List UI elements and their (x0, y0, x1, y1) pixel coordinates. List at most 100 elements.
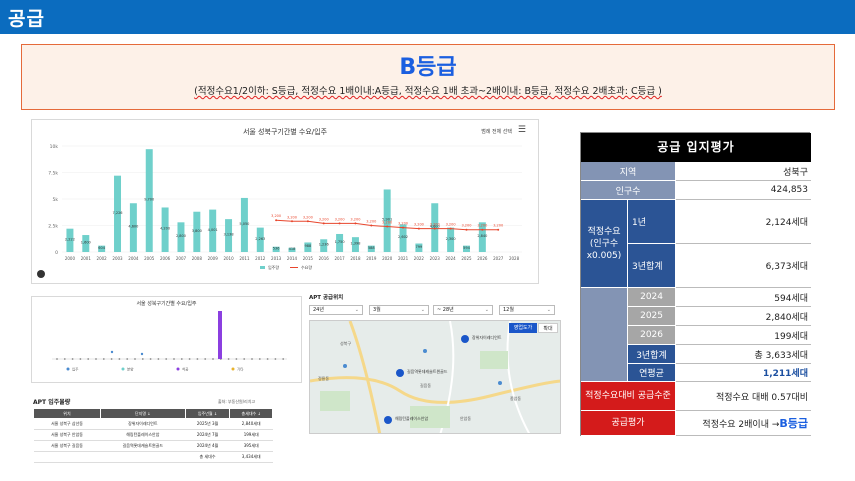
demand-point (497, 228, 500, 231)
col-date[interactable]: 입주년월 ↓ (184, 408, 231, 419)
demand-data-label: 3,200 (287, 215, 297, 219)
mini-point (266, 358, 269, 360)
x-tick-label: 2013 (271, 256, 282, 261)
supply-3y-value: 총 3,633세대 (676, 345, 811, 364)
demand-data-label: 3,200 (430, 223, 440, 227)
x-tick-label: 2027 (493, 256, 504, 261)
mini-highlight-bar (218, 311, 222, 359)
table-cell: 해링턴플레이스안암 (100, 429, 186, 441)
demand-point (370, 224, 373, 227)
table-cell: 서울 성북구 길음동 (33, 440, 101, 452)
table-cell: 서울 성북구 삼선동 (33, 418, 101, 430)
x-tick-label: 2002 (97, 256, 108, 261)
mini-point (95, 358, 97, 360)
supply-level-value: 적정수요 대배 0.57대비 (676, 382, 811, 411)
x-tick-label: 2001 (81, 256, 92, 261)
col-location[interactable]: 위치 (33, 408, 101, 419)
supply-block-label (581, 288, 628, 382)
start-month-value: 3월 (373, 307, 381, 313)
bar-data-label: 988 (305, 244, 312, 248)
mini-point (180, 358, 183, 360)
bar-data-label: 588 (368, 246, 375, 250)
y-tick-label: 10k (50, 144, 59, 150)
table-cell: 3,434세대 (229, 451, 273, 463)
legend-label-demand: 수요량 (301, 264, 312, 270)
x-tick-label: 2020 (382, 256, 393, 261)
table-cell: 2024년 4월 (185, 440, 230, 452)
page-title: 공급 (8, 8, 45, 30)
mini-legend-swatch (121, 367, 125, 371)
bar-data-label: 5,050 (239, 222, 249, 226)
demand-point (402, 226, 405, 229)
bar-data-label: 2,263 (255, 237, 265, 241)
mini-point (188, 358, 191, 360)
map-view-button[interactable]: 영업도가 (509, 323, 537, 333)
grade-label: 공급평가 (581, 411, 676, 436)
mini-point (141, 358, 144, 360)
demand-label: 적정수요 (인구수 x0.005) (581, 200, 628, 288)
slide-root: { "header": { "title": "공급" }, "grade": … (0, 0, 855, 481)
mini-point (126, 358, 129, 360)
mini-chart-panel: 서울 성북구기간별 수요/입주 입주 분양 착공 기타 (31, 296, 302, 383)
table-cell: 2025년 3월 (185, 418, 230, 430)
demand-point (417, 227, 420, 230)
x-tick-label: 2019 (366, 256, 377, 261)
bar-data-label: 2,300 (446, 237, 456, 241)
mini-legend-swatch (231, 367, 235, 371)
bar-data-label: 1,600 (81, 241, 91, 245)
col-complex[interactable]: 단지명 ↓ (99, 408, 186, 419)
col-units[interactable]: 총세대수 ↓ (229, 408, 273, 419)
end-year-select[interactable]: ~ 28년 ⌄ (433, 305, 493, 315)
demand-data-label: 3,200 (366, 220, 376, 224)
start-year-select[interactable]: 24년 ⌄ (309, 305, 363, 315)
mini-point (196, 358, 199, 360)
mini-legend-label: 입주 (72, 367, 79, 372)
demand-data-label: 3,200 (477, 224, 487, 228)
mini-point (258, 358, 261, 360)
bar-data-label: 799 (416, 245, 423, 249)
map-label: 장위자이레디언트 (472, 335, 502, 340)
map-label: 해링턴플레이스안암 (395, 416, 429, 421)
mini-legend-label: 착공 (182, 367, 189, 372)
mini-point (140, 352, 144, 356)
mini-point (110, 350, 114, 354)
start-month-select[interactable]: 3월 ⌄ (369, 305, 429, 315)
table-cell: 2024년 7월 (185, 429, 230, 441)
header-bar: 공급 (0, 0, 855, 34)
demand-data-label: 3,200 (461, 224, 471, 228)
table-row: 서울 성북구 길음동 길음역롯데캐슬트윈골드 2024년 4월 395세대 (33, 440, 273, 452)
map-zoom-button[interactable]: 확대 (538, 323, 558, 333)
table-row: 서울 성북구 안암동 해링턴플레이스안암 2024년 7월 199세대 (33, 429, 273, 441)
average-value: 1,211세대 (676, 364, 811, 382)
mini-point (63, 358, 66, 360)
evaluation-title: 공급 입지평가 (581, 133, 811, 162)
x-tick-label: 2022 (414, 256, 425, 261)
x-tick-label: 2026 (477, 256, 488, 261)
mini-point (157, 358, 160, 360)
mini-point (102, 358, 105, 360)
mini-point (243, 358, 246, 360)
bar-data-label: 594 (463, 246, 470, 250)
x-tick-label: 2007 (176, 256, 187, 261)
x-tick-label: 2006 (160, 256, 171, 261)
map-label: 정릉동 (318, 376, 330, 381)
end-month-select[interactable]: 12월 ⌄ (499, 305, 555, 315)
x-tick-label: 2018 (350, 256, 361, 261)
start-year-value: 24년 (313, 307, 324, 313)
demand-point (449, 227, 452, 230)
bar-data-label: 3,800 (192, 229, 202, 233)
x-tick-label: 2024 (446, 256, 457, 261)
bar-data-label: 4,200 (160, 227, 170, 231)
apt-table-title: APT 입주물량 (33, 399, 71, 406)
x-tick-label: 2010 (223, 256, 234, 261)
demand-point (354, 222, 357, 225)
mini-point (212, 358, 214, 360)
map-label: 성북구 (340, 341, 352, 346)
average-label: 연평균 (628, 364, 676, 382)
map-label: 길음동 (420, 383, 432, 388)
mini-point (235, 358, 238, 360)
mini-bubble-chart: 입주 분양 착공 기타 (52, 311, 287, 372)
map-view[interactable]: 장위자이레디언트 길음역롯데캐슬트윈골드 해링턴플레이스안암 성북구 정릉동 길… (309, 320, 561, 434)
table-cell (33, 451, 101, 463)
mini-point (110, 358, 113, 360)
